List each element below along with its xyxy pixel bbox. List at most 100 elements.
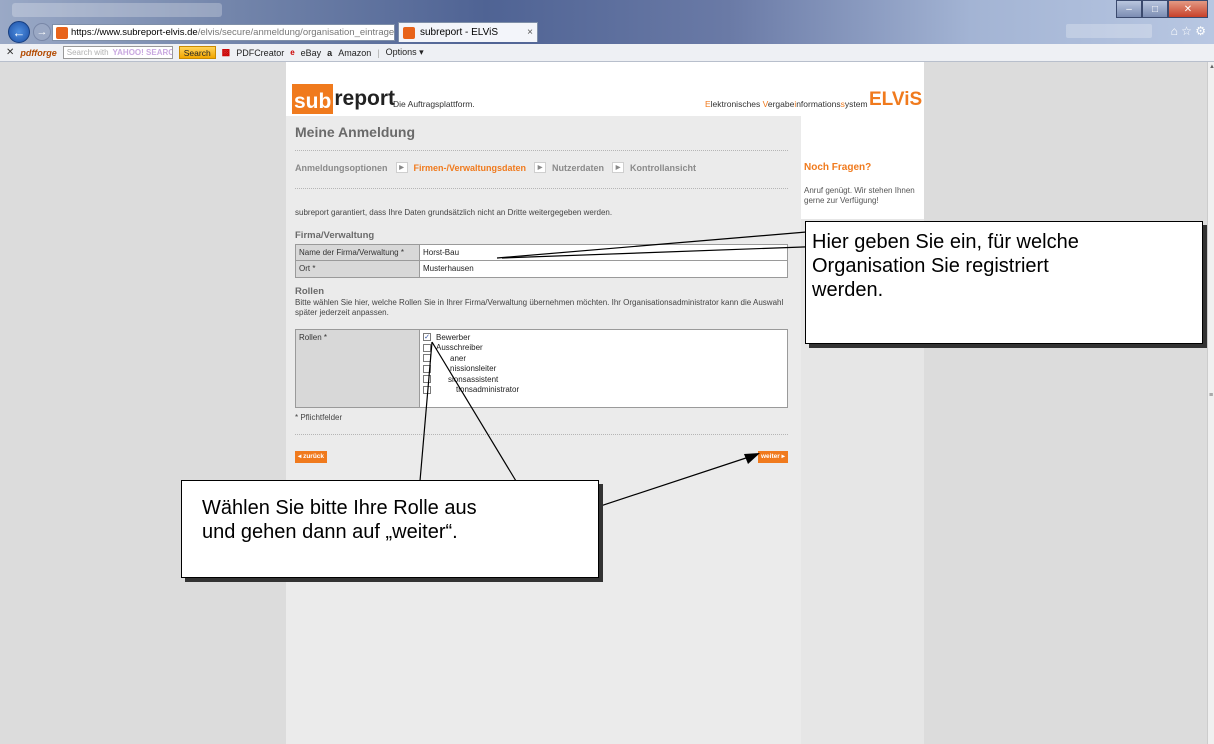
step-arrow-icon: ▶ (395, 162, 408, 173)
vertical-scrollbar[interactable]: ▲ ≡ (1207, 62, 1214, 744)
amazon-icon: a (327, 47, 333, 58)
divider (295, 150, 788, 151)
rollen-section-title: Rollen (295, 286, 325, 297)
toolbar-options-button[interactable]: Options ▾ (386, 47, 424, 58)
scroll-up-icon[interactable]: ▲ (1209, 64, 1214, 70)
callout-line: werden. (812, 279, 884, 301)
back-step-button[interactable]: ◂ zurück (295, 451, 328, 463)
role-checkbox[interactable] (423, 354, 431, 363)
back-button[interactable]: ← (8, 21, 30, 43)
role-option[interactable]: aner (423, 353, 787, 364)
ebay-link[interactable]: eBay (301, 48, 322, 58)
maximize-button[interactable]: □ (1142, 0, 1168, 18)
step-arrow-icon: ▶ (534, 162, 547, 173)
firma-name-label: Name der Firma/Verwaltung * (296, 245, 420, 260)
role-checkbox[interactable] (423, 375, 431, 384)
registration-page: sub report Die Auftragsplattform. Elektr… (286, 62, 924, 744)
address-bar-icons[interactable]: ⌕ ▾ 🔒 ☒ ↻ ✕ (394, 27, 395, 38)
privacy-notice: subreport garantiert, dass Ihre Daten gr… (295, 208, 613, 217)
role-option[interactable]: tionsadministrator (423, 385, 787, 396)
toolbar-search-button[interactable]: Search (178, 46, 216, 59)
role-label: Ausschreiber (436, 343, 483, 353)
role-option[interactable]: Ausschreiber (423, 343, 787, 354)
window-controls: – □ ✕ (1116, 0, 1208, 18)
help-sidebar: Noch Fragen? Anruf genügt. Wir stehen Ih… (801, 116, 924, 744)
elvis-logo[interactable]: ELViS (869, 89, 922, 111)
ebay-icon: e (290, 48, 295, 57)
divider (295, 434, 788, 435)
yahoo-search-label: YAHOO! SEARCH (112, 48, 172, 57)
tab-favicon-icon (403, 26, 415, 39)
firma-form: Name der Firma/Verwaltung * Horst-Bau Or… (295, 244, 788, 278)
site-favicon-icon (56, 26, 68, 39)
role-label: nissionsleiter (450, 364, 497, 374)
amazon-link[interactable]: Amazon (338, 48, 371, 58)
site-header: sub report Die Auftragsplattform. Elektr… (286, 62, 924, 116)
forward-button[interactable]: → (33, 23, 51, 41)
toolbar-search-input[interactable]: Search with YAHOO! SEARCH (62, 46, 173, 59)
browser-toolbar: ✕ pdfforge Search with YAHOO! SEARCH Sea… (0, 44, 1214, 62)
logo-sub: sub (292, 84, 334, 114)
tab-title: subreport - ELViS (420, 27, 499, 38)
role-option[interactable]: nissionsleiter (423, 364, 787, 375)
role-checkbox[interactable] (423, 385, 431, 394)
pdfforge-logo[interactable]: pdfforge (20, 48, 56, 58)
tagline: Die Auftragsplattform. (393, 99, 475, 109)
firma-name-field[interactable]: Horst-Bau (420, 245, 787, 260)
form-row-firma: Name der Firma/Verwaltung * Horst-Bau (296, 245, 787, 261)
role-option[interactable]: ✓ Bewerber (423, 332, 787, 343)
role-label: aner (450, 353, 467, 363)
logo-report: report (334, 87, 396, 110)
tab-close-icon[interactable]: × (527, 27, 533, 38)
next-step-button[interactable]: weiter ▸ (758, 451, 788, 463)
pdfcreator-link[interactable]: PDFCreator (236, 48, 284, 58)
browser-search-box[interactable] (1066, 24, 1152, 38)
step-kontrollansicht: Kontrollansicht (630, 162, 697, 173)
callout-line: und gehen dann auf „weiter“. (202, 521, 458, 543)
callout-role: Wählen Sie bitte Ihre Rolle aus und gehe… (181, 480, 599, 578)
background-tab[interactable] (12, 3, 222, 17)
step-anmeldungsoptionen[interactable]: Anmeldungsoptionen (295, 163, 388, 173)
role-option[interactable]: sionsassistent (423, 374, 787, 385)
ort-label: Ort * (296, 261, 420, 277)
toolbar-close-icon[interactable]: ✕ (6, 47, 14, 58)
form-row-ort: Ort * Musterhausen (296, 261, 787, 277)
rollen-label: Rollen * (296, 330, 420, 407)
role-checkbox[interactable]: ✓ (423, 333, 431, 342)
toolbar-search-placeholder: Search with (66, 48, 109, 57)
page-viewport: sub report Die Auftragsplattform. Elektr… (0, 62, 1207, 744)
page-title: Meine Anmeldung (295, 124, 416, 140)
role-label: sionsassistent (448, 374, 499, 384)
rollen-list: ✓ Bewerber Ausschreiber aner nissionsleit… (420, 330, 787, 407)
firma-section-title: Firma/Verwaltung (295, 230, 375, 241)
role-label: tionsadministrator (456, 385, 520, 395)
help-box: Noch Fragen? Anruf genügt. Wir stehen Ih… (801, 116, 924, 219)
required-fields-note: * Pflichtfelder (295, 413, 343, 422)
url-path: /elvis/secure/anmeldung/organisation_ein… (197, 27, 395, 38)
step-firmendaten: Firmen-/Verwaltungsdaten (413, 162, 527, 173)
rollen-description: Bitte wählen Sie hier, welche Rollen Sie… (295, 298, 784, 317)
address-bar[interactable]: https://www.subreport-elvis.de /elvis/se… (52, 24, 395, 41)
browser-right-icons[interactable]: ⌂ ☆ ⚙ (1171, 24, 1206, 38)
divider (295, 188, 788, 189)
step-arrow-icon: ▶ (612, 162, 625, 173)
help-title: Noch Fragen? (804, 162, 872, 173)
tab-subreport[interactable]: subreport - ELViS × (398, 22, 538, 42)
close-window-button[interactable]: ✕ (1168, 0, 1208, 18)
role-checkbox[interactable] (423, 343, 431, 352)
ort-field[interactable]: Musterhausen (420, 261, 787, 277)
role-label: Bewerber (436, 332, 471, 342)
step-nutzerdaten: Nutzerdaten (552, 162, 605, 173)
subreport-logo[interactable]: sub report (292, 84, 395, 114)
rollen-form: Rollen * ✓ Bewerber Ausschreiber aner nis… (295, 329, 788, 408)
callout-line: Organisation Sie registriert (812, 255, 1049, 277)
progress-steps: Anmeldungsoptionen ▶ Firmen-/Verwaltungs… (295, 162, 696, 173)
scroll-grip-icon[interactable]: ≡ (1209, 392, 1213, 399)
elvis-full-name: Elektronisches Vergabeinformationssystem (705, 99, 868, 109)
callout-line: Hier geben Sie ein, für welche (812, 231, 1079, 253)
callout-organisation: Hier geben Sie ein, für welche Organisat… (805, 221, 1203, 344)
minimize-button[interactable]: – (1116, 0, 1142, 18)
help-text: Anruf genügt. Wir stehen Ihnen gerne zur… (804, 186, 915, 205)
toolbar-separator: | (377, 47, 380, 58)
role-checkbox[interactable] (423, 364, 431, 373)
